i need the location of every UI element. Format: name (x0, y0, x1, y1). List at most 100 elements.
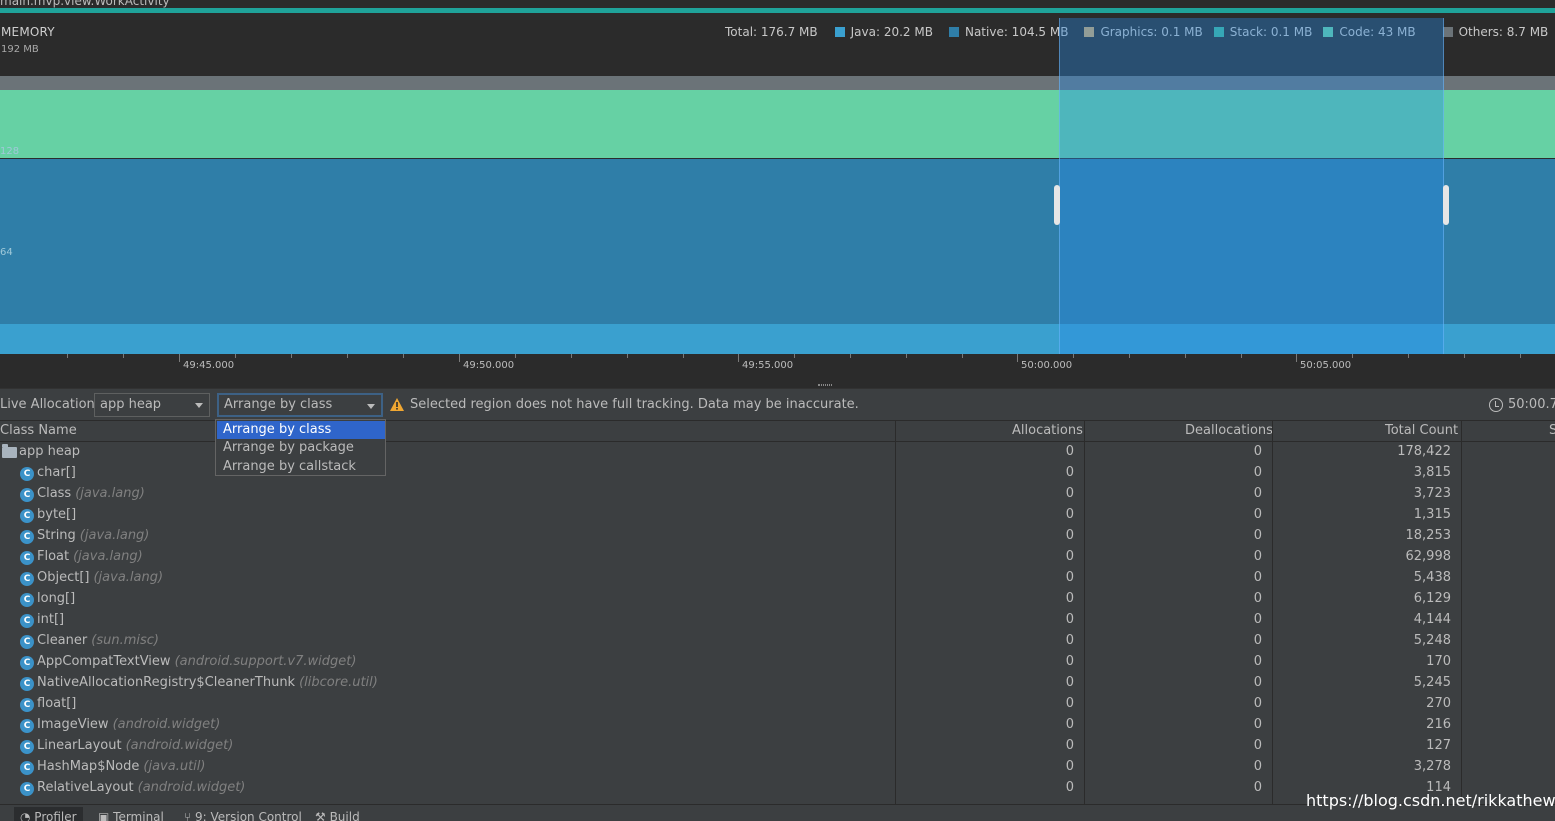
legend-others: Others: 8.7 MB (1442, 25, 1548, 39)
y-label-128: 128 (0, 146, 20, 157)
option-arrange-by-class[interactable]: Arrange by class (217, 421, 385, 439)
row-name: Cleaner (sun.misc) (37, 633, 159, 648)
row-deallocations: 0 (1253, 654, 1262, 669)
column-divider[interactable] (1461, 420, 1462, 804)
heap-select[interactable]: app heap (94, 393, 210, 417)
table-row[interactable]: C long[] 0 0 6,129 (0, 589, 1555, 610)
column-allocations[interactable]: Allocations (1012, 423, 1083, 438)
class-icon: C (20, 740, 34, 754)
option-arrange-by-package[interactable]: Arrange by package (217, 439, 385, 457)
row-name: RelativeLayout (android.widget) (37, 780, 245, 795)
table-row[interactable]: C byte[] 0 0 1,315 (0, 505, 1555, 526)
column-divider[interactable] (1084, 420, 1085, 804)
tick-minor (347, 354, 348, 358)
row-total-count: 5,248 (1413, 633, 1451, 648)
class-name: ImageView (37, 717, 109, 732)
package-name: (sun.misc) (91, 633, 159, 648)
table-row[interactable]: C Cleaner (sun.misc) 0 0 5,248 (0, 631, 1555, 652)
selection-right-handle[interactable] (1443, 185, 1449, 225)
column-shallow-size[interactable]: S (1549, 423, 1555, 438)
tab-profiler-label: Profiler (34, 810, 77, 821)
column-class-name[interactable]: Class Name (0, 423, 77, 438)
row-deallocations: 0 (1253, 507, 1262, 522)
table-row[interactable]: C HashMap$Node (java.util) 0 0 3,278 (0, 757, 1555, 778)
row-allocations: 0 (1065, 444, 1074, 459)
class-name: byte[] (37, 507, 77, 522)
tab-profiler[interactable]: ◔ Profiler (14, 807, 83, 821)
tab-version-control[interactable]: ⑂ 9: Version Control (184, 810, 302, 821)
activity-strip: main.mvp.view.WorkActivity (0, 0, 1555, 14)
splitter-grip[interactable] (818, 384, 832, 386)
row-allocations: 0 (1065, 507, 1074, 522)
row-total-count: 6,129 (1413, 591, 1451, 606)
table-row[interactable]: C Class (java.lang) 0 0 3,723 (0, 484, 1555, 505)
time-axis: 49:45.000 49:50.000 49:55.000 50:00.000 … (0, 354, 1555, 382)
table-row[interactable]: C LinearLayout (android.widget) 0 0 127 (0, 736, 1555, 757)
column-divider[interactable] (1272, 420, 1273, 804)
tick-minor (515, 354, 516, 358)
column-divider[interactable] (895, 420, 896, 804)
tick-minor (850, 354, 851, 358)
row-name: int[] (37, 612, 68, 627)
chevron-down-icon (195, 403, 203, 408)
tab-terminal[interactable]: ▣ Terminal (98, 810, 164, 821)
memory-title: MEMORY (1, 25, 55, 39)
row-total-count: 4,144 (1413, 612, 1451, 627)
allocation-toolbar: Live Allocation app heap Arrange by clas… (0, 388, 1555, 420)
profiler-icon: ◔ (20, 810, 35, 821)
hammer-icon: ⚒ (315, 810, 330, 821)
class-name: Class (37, 486, 72, 501)
row-total-count: 270 (1426, 696, 1451, 711)
tick-minor (1129, 354, 1130, 358)
tick-major (179, 354, 180, 362)
row-total-count: 5,438 (1413, 570, 1451, 585)
tick-minor (1073, 354, 1074, 358)
row-deallocations: 0 (1253, 759, 1262, 774)
row-allocations: 0 (1065, 528, 1074, 543)
table-row[interactable]: C String (java.lang) 0 0 18,253 (0, 526, 1555, 547)
table-row[interactable]: C NativeAllocationRegistry$CleanerThunk(… (0, 673, 1555, 694)
tick-minor (67, 354, 68, 358)
row-allocations: 0 (1065, 696, 1074, 711)
terminal-icon: ▣ (98, 810, 114, 821)
row-allocations: 0 (1065, 591, 1074, 606)
live-allocation-label: Live Allocation (0, 397, 95, 412)
class-icon: C (20, 698, 34, 712)
tick-minor (683, 354, 684, 358)
table-row[interactable]: C Float (java.lang) 0 0 62,998 (0, 547, 1555, 568)
class-name: float[] (37, 696, 77, 711)
option-arrange-by-callstack[interactable]: Arrange by callstack (217, 458, 385, 476)
row-allocations: 0 (1065, 738, 1074, 753)
column-total-count[interactable]: Total Count (1385, 423, 1458, 438)
tab-build[interactable]: ⚒ Build (315, 810, 360, 821)
clock-icon (1489, 398, 1503, 412)
time-label: 49:55.000 (742, 360, 794, 371)
class-icon: C (20, 614, 34, 628)
table-row[interactable]: C ImageView (android.widget) 0 0 216 (0, 715, 1555, 736)
arrange-select[interactable]: Arrange by class (217, 393, 383, 417)
table-row[interactable]: C float[] 0 0 270 (0, 694, 1555, 715)
tick-minor (627, 354, 628, 358)
class-icon: C (20, 656, 34, 670)
activity-timeline-bar[interactable] (0, 8, 1555, 13)
tick-minor (1241, 354, 1242, 358)
selection-time: 50:00.74 (1508, 397, 1555, 412)
column-deallocations[interactable]: Deallocations (1185, 423, 1273, 438)
row-total-count: 62,998 (1405, 549, 1452, 564)
y-label-64: 64 (0, 247, 13, 258)
row-deallocations: 0 (1253, 570, 1262, 585)
class-name: RelativeLayout (37, 780, 134, 795)
row-total-count: 3,815 (1413, 465, 1451, 480)
arrange-dropdown-menu: Arrange by class Arrange by package Arra… (215, 419, 386, 476)
legend-native-swatch (948, 27, 959, 37)
selection-range[interactable] (1054, 18, 1449, 354)
row-name: HashMap$Node (java.util) (37, 759, 205, 774)
package-name: (android.widget) (125, 738, 234, 753)
selection-left-handle[interactable] (1054, 185, 1060, 225)
table-row[interactable]: C Object[] (java.lang) 0 0 5,438 (0, 568, 1555, 589)
table-row[interactable]: C int[] 0 0 4,144 (0, 610, 1555, 631)
row-name: Class (java.lang) (37, 486, 145, 501)
folder-icon (2, 444, 17, 458)
table-row[interactable]: C AppCompatTextView (android.support.v7.w… (0, 652, 1555, 673)
row-name: byte[] (37, 507, 80, 522)
